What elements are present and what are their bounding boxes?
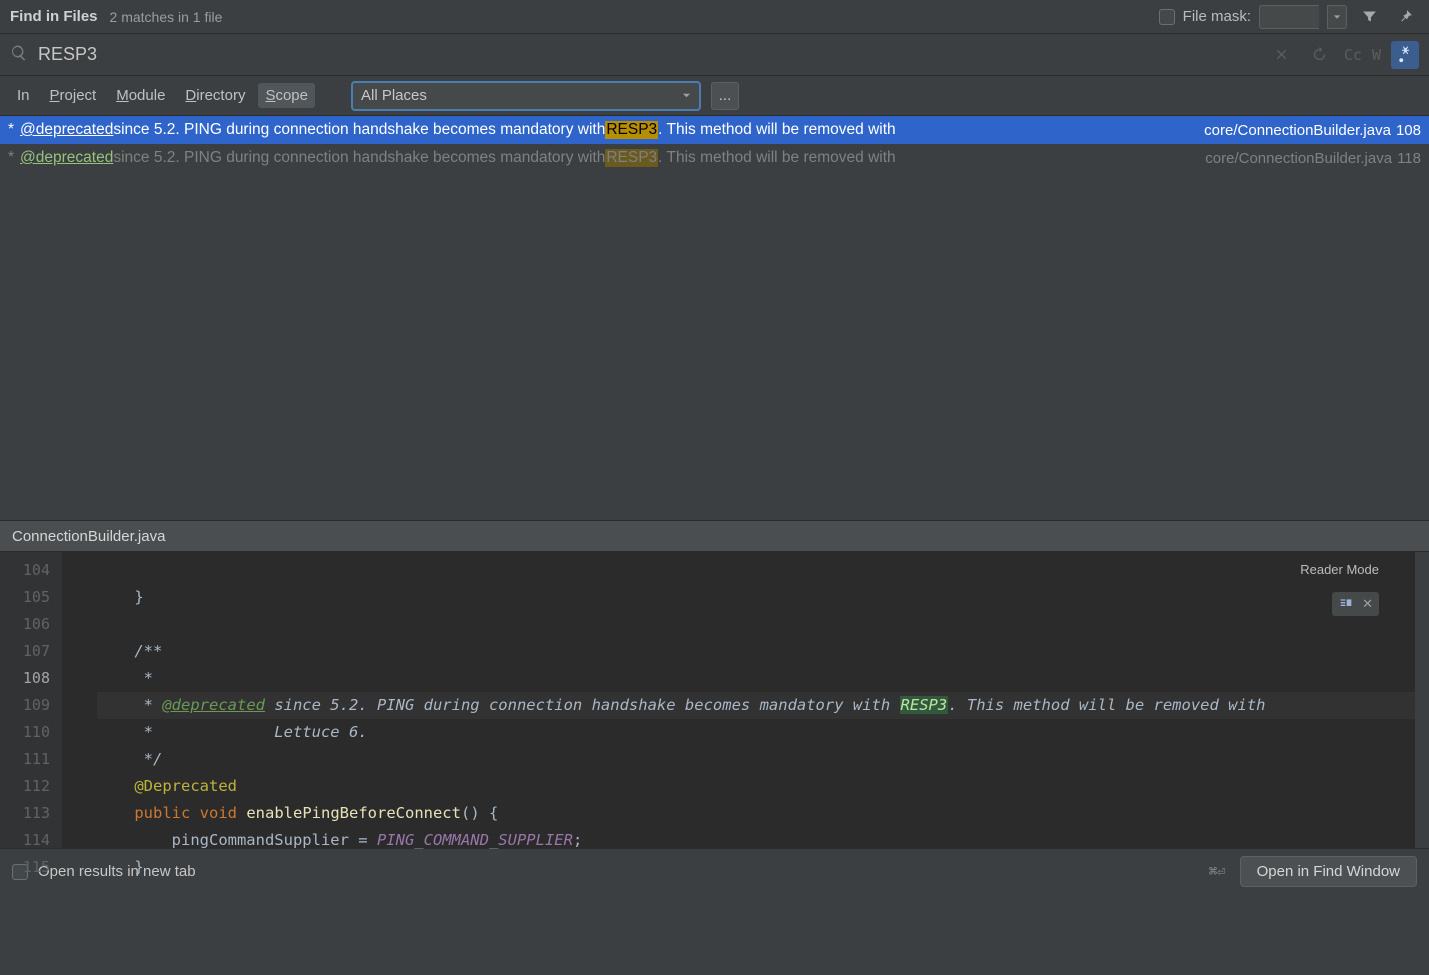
match-count: 2 matches in 1 file [110,9,223,25]
scrollbar[interactable] [1415,552,1429,848]
file-mask-input[interactable] [1259,5,1319,29]
search-input[interactable] [38,44,1268,65]
reader-mode-label: Reader Mode [1300,562,1379,577]
history-icon [1311,46,1328,63]
result-after: . This method will be removed with [658,149,895,167]
search-options: Cc W [1268,41,1419,69]
close-icon [1273,46,1290,63]
result-match: RESP3 [605,149,658,167]
chevron-down-icon [682,91,691,100]
match-case-toggle[interactable]: Cc [1344,46,1362,64]
scope-prefix: In [10,83,37,108]
tab-module[interactable]: Module [109,83,172,108]
filter-button[interactable] [1355,3,1383,31]
tab-directory[interactable]: Directory [178,83,252,108]
result-match: RESP3 [605,121,658,139]
clear-button[interactable] [1268,41,1296,69]
gutter-line[interactable]: 104 [0,557,50,584]
gutter-line[interactable]: 108 [0,665,50,692]
results-list: * @deprecated since 5.2. PING during con… [0,116,1429,520]
search-icon [10,44,28,66]
pin-button[interactable] [1391,3,1419,31]
tab-project[interactable]: Project [43,83,104,108]
gutter-line[interactable]: 105 [0,584,50,611]
search-row: Cc W [0,34,1429,76]
gutter-line[interactable]: 107 [0,638,50,665]
file-mask-dropdown[interactable] [1327,5,1347,29]
chevron-down-icon [1333,13,1341,21]
gutter-line[interactable]: 109 [0,692,50,719]
result-row[interactable]: * @deprecated since 5.2. PING during con… [0,144,1429,172]
reader-icon [1338,596,1354,612]
header-right: File mask: [1159,3,1419,31]
scope-select[interactable]: All Places [351,81,701,111]
gutter-line[interactable]: 113 [0,800,50,827]
file-mask-label: File mask: [1183,8,1251,25]
result-prefix: * [8,149,14,167]
reader-mode-toggle[interactable]: ✕ [1332,592,1379,616]
deprecated-tag: @deprecated [20,149,113,167]
pin-icon [1397,8,1414,25]
gutter: 104 105 106 107 108 109 110 111 112 113 … [0,552,62,848]
regex-icon [1397,46,1414,63]
scope-more-button[interactable]: ... [711,82,739,110]
code-body[interactable]: } /** * * @deprecated since 5.2. PING du… [62,552,1429,848]
result-line: 118 [1397,150,1421,167]
deprecated-tag: @deprecated [20,121,113,139]
result-before: since 5.2. PING during connection handsh… [113,149,605,167]
words-toggle[interactable]: W [1372,46,1381,64]
preview-header: ConnectionBuilder.java [0,520,1429,552]
filter-icon [1361,8,1378,25]
result-path: core/ConnectionBuilder.java108 [1204,122,1421,139]
close-icon[interactable]: ✕ [1362,596,1373,612]
gutter-line[interactable]: 106 [0,611,50,638]
result-line: 108 [1396,122,1421,139]
result-row[interactable]: * @deprecated since 5.2. PING during con… [0,116,1429,144]
regex-toggle[interactable] [1391,41,1419,69]
result-path: core/ConnectionBuilder.java118 [1205,150,1421,167]
result-before: since 5.2. PING during connection handsh… [113,121,605,139]
tab-scope[interactable]: Scope [258,83,315,108]
code-preview: 104 105 106 107 108 109 110 111 112 113 … [0,552,1429,848]
history-button[interactable] [1306,41,1334,69]
scope-select-value: All Places [361,87,427,104]
gutter-line[interactable]: 115 [0,854,50,881]
result-after: . This method will be removed with [658,121,895,139]
gutter-line[interactable]: 110 [0,719,50,746]
preview-filename: ConnectionBuilder.java [12,528,165,545]
gutter-line[interactable]: 114 [0,827,50,854]
scope-row: In Project Module Directory Scope All Pl… [0,76,1429,116]
gutter-line[interactable]: 111 [0,746,50,773]
result-prefix: * [8,121,14,139]
gutter-line[interactable]: 112 [0,773,50,800]
file-mask-checkbox[interactable] [1159,9,1175,25]
scope-select-wrap: All Places ... [351,81,739,111]
header: Find in Files 2 matches in 1 file File m… [0,0,1429,34]
dialog-title: Find in Files [10,8,98,25]
